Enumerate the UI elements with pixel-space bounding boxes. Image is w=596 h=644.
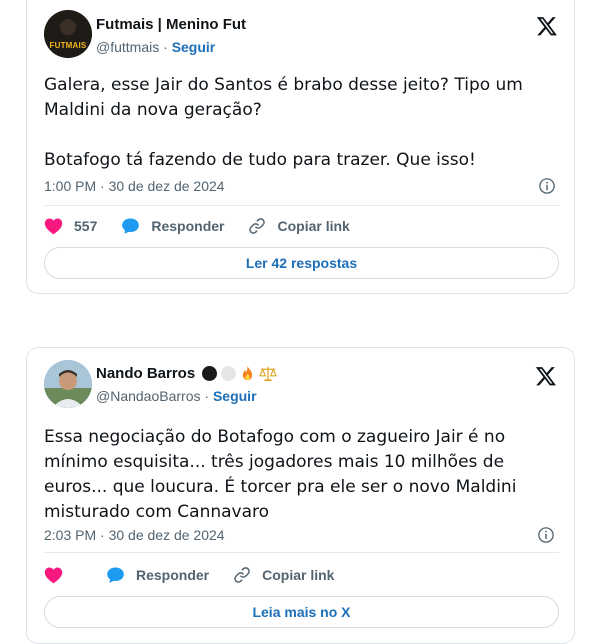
futmais-logo-avatar[interactable]: FUTMAIS [44, 10, 92, 58]
like-button[interactable]: 557 [44, 217, 97, 235]
tweet-timestamp[interactable]: 1:00 PM · 30 de dez de 2024 [44, 178, 225, 194]
copy-link-button[interactable]: Copiar link [233, 566, 334, 584]
author-name-row: Nando Barros [96, 365, 278, 382]
tweet-card: FUTMAIS Futmais | Menino Fut @futtmais ·… [26, 0, 575, 294]
link-icon [249, 218, 266, 234]
reply-label: Responder [136, 567, 210, 583]
heart-icon [44, 567, 63, 584]
reply-bubble-icon [107, 567, 124, 583]
tweet-timestamp[interactable]: 2:03 PM · 30 de dez de 2024 [44, 527, 225, 543]
follow-button[interactable]: Seguir [213, 388, 257, 404]
action-bar: 557 Responder Copiar link [44, 217, 374, 235]
handle-row: @futtmais · Seguir [96, 39, 215, 55]
follow-button[interactable]: Seguir [172, 39, 216, 55]
action-bar: Responder Copiar link [44, 566, 358, 584]
author-name-row: Futmais | Menino Fut [96, 16, 246, 33]
info-icon[interactable] [538, 177, 556, 195]
heart-icon [44, 218, 63, 235]
tweet-card: Nando Barros @NandaoBarros · Seguir Essa… [26, 347, 575, 644]
author-handle[interactable]: @futtmais [96, 39, 159, 55]
balance-scale-icon [259, 366, 278, 381]
reply-label: Responder [151, 218, 225, 234]
read-replies-button[interactable]: Ler 42 respostas [44, 247, 559, 279]
like-count: 557 [74, 218, 98, 234]
author-name[interactable]: Futmais | Menino Fut [96, 16, 246, 33]
person-photo-avatar[interactable] [44, 360, 92, 408]
info-icon[interactable] [537, 526, 555, 544]
separator-dot: · [163, 39, 168, 55]
reply-bubble-icon [122, 218, 140, 234]
white-circle-icon [221, 366, 237, 381]
copy-link-label: Copiar link [277, 218, 350, 234]
x-logo-icon[interactable] [535, 365, 557, 387]
read-more-button[interactable]: Leia mais no X [44, 596, 559, 628]
copy-link-label: Copiar link [262, 567, 335, 583]
separator-dot: · [204, 388, 210, 404]
like-button[interactable] [44, 566, 74, 584]
black-circle-icon [202, 366, 218, 381]
handle-row: @NandaoBarros · Seguir [96, 388, 257, 404]
reply-button[interactable]: Responder [106, 566, 209, 584]
fire-icon [243, 366, 253, 381]
tweet-text: Essa negociação do Botafogo com o zaguei… [44, 427, 517, 522]
tweet-text: Galera, esse Jair do Santos é brabo dess… [44, 75, 523, 170]
avatar-logo-text: FUTMAIS [49, 41, 87, 50]
author-handle[interactable]: @NandaoBarros [96, 388, 201, 404]
author-name[interactable]: Nando Barros [96, 365, 195, 382]
reply-button[interactable]: Responder [121, 217, 224, 235]
divider [44, 552, 559, 553]
copy-link-button[interactable]: Copiar link [248, 217, 350, 235]
divider [44, 205, 559, 206]
link-icon [234, 567, 250, 583]
x-logo-icon[interactable] [536, 15, 558, 37]
